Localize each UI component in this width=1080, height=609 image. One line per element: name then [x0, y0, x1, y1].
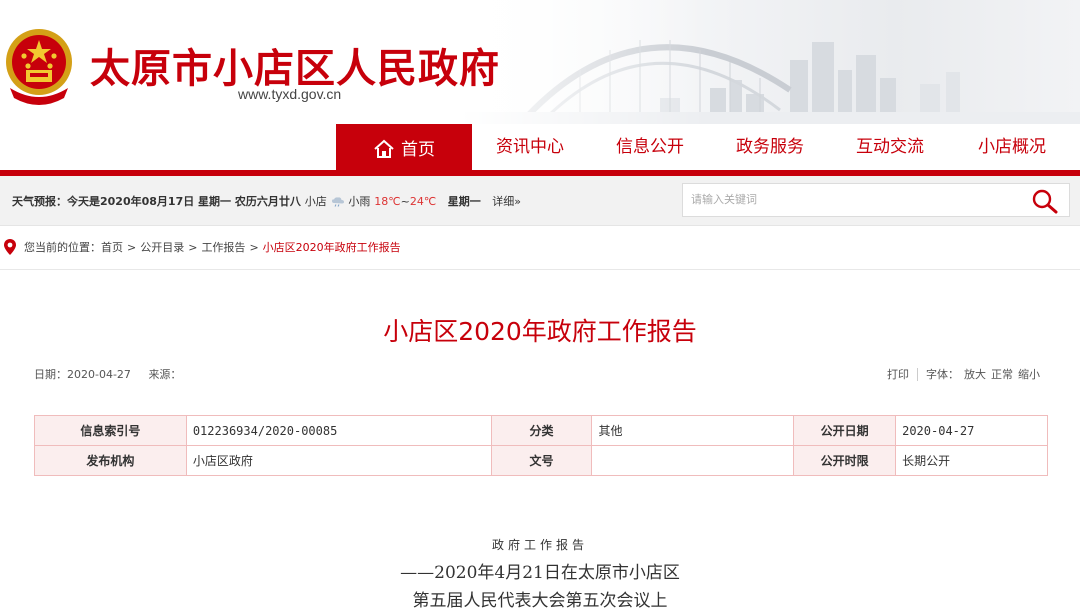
nav-item-label: 首页: [401, 140, 435, 160]
table-key-index: 信息索引号: [34, 415, 187, 446]
font-small-button[interactable]: 缩小: [1018, 368, 1040, 381]
nav-item-about[interactable]: 小店概况: [962, 124, 1062, 170]
site-header: 太原市小店区人民政府 www.tyxd.gov.cn: [0, 0, 1080, 124]
national-emblem-logo: [2, 26, 76, 106]
breadcrumb-current[interactable]: 小店区2020年政府工作报告: [263, 241, 401, 254]
weather-weekday: 星期一: [447, 195, 481, 208]
table-value-index: 012236934/2020-00085: [185, 415, 492, 446]
table-key-publisher: 发布机构: [34, 445, 187, 476]
print-button[interactable]: 打印: [887, 368, 918, 381]
nav-item-government-service[interactable]: 政务服务: [720, 124, 820, 170]
weather-temp-low: 18℃: [374, 195, 401, 208]
article-meta: 日期：2020-04-27 来源：: [34, 366, 195, 382]
weather-temp-high: 24℃: [409, 195, 437, 208]
location-pin-icon: [4, 239, 16, 255]
breadcrumb-work-report[interactable]: 工作报告: [201, 241, 245, 254]
weather-forecast: 天气预报：今天是2020年08月17日 星期一 农历六月廿八 小店 小雨 18℃…: [12, 176, 521, 226]
weather-detail-link[interactable]: 详细»: [492, 195, 521, 208]
font-large-button[interactable]: 放大: [964, 368, 986, 381]
weather-prefix: 天气预报：今天是2020年08月17日 星期一 农历六月廿八: [12, 195, 301, 208]
font-normal-button[interactable]: 正常: [991, 368, 1013, 381]
article-title: 小店区2020年政府工作报告: [383, 317, 697, 346]
main-nav: 首页 资讯中心 信息公开 政务服务 互动交流 小店概况: [0, 124, 1080, 176]
table-key-publish-date: 公开日期: [793, 415, 897, 446]
nav-item-news[interactable]: 资讯中心: [480, 124, 580, 170]
table-value-publish-date: 2020-04-27: [895, 415, 1048, 446]
breadcrumb-catalog[interactable]: 公开目录: [140, 241, 184, 254]
table-key-doc-number: 文号: [490, 445, 593, 476]
search-box: [682, 183, 1070, 217]
weather-temp-tilde: ~: [400, 195, 410, 208]
nav-item-home[interactable]: 首页: [336, 124, 472, 176]
breadcrumb: 您当前的位置：首页 > 公开目录 > 工作报告 > 小店区2020年政府工作报告: [0, 226, 1080, 270]
table-value-publisher: 小店区政府: [185, 445, 492, 476]
table-value-doc-number: [591, 445, 795, 476]
report-subtitle-line-1: ——2020年4月21日在太原市小店区: [400, 563, 680, 583]
report-subtitle-line-2: 第五届人民代表大会第五次会议上: [412, 591, 668, 609]
nav-item-interaction[interactable]: 互动交流: [840, 124, 940, 170]
home-icon: [374, 139, 394, 158]
search-input[interactable]: [683, 184, 1023, 216]
report-heading: 政府工作报告: [491, 538, 588, 552]
table-key-category: 分类: [490, 415, 593, 446]
info-table: 信息索引号 012236934/2020-00085 分类 其他 公开日期 20…: [34, 415, 1048, 476]
site-url: www.tyxd.gov.cn: [238, 86, 342, 102]
breadcrumb-prefix: 您当前的位置：: [24, 241, 101, 254]
table-row: 发布机构 小店区政府 文号 公开时限 长期公开: [34, 445, 1048, 476]
weather-location: 小店: [304, 195, 327, 208]
search-button[interactable]: [1031, 188, 1059, 214]
table-value-category: 其他: [591, 415, 795, 446]
table-row: 信息索引号 012236934/2020-00085 分类 其他 公开日期 20…: [34, 415, 1048, 446]
nav-item-info-disclosure[interactable]: 信息公开: [600, 124, 700, 170]
table-value-disclosure-term: 长期公开: [895, 445, 1048, 476]
rain-cloud-icon: [331, 197, 344, 207]
font-size-label: 字体：: [926, 368, 959, 381]
article-date: 日期：2020-04-27: [34, 368, 131, 381]
table-key-disclosure-term: 公开时限: [793, 445, 897, 476]
search-icon: [1032, 189, 1058, 214]
article-source: 来源：: [148, 368, 182, 381]
weather-condition: 小雨: [348, 195, 371, 208]
article-tools: 打印 字体： 放大 正常 缩小: [887, 366, 1040, 382]
breadcrumb-home[interactable]: 首页: [101, 241, 123, 254]
